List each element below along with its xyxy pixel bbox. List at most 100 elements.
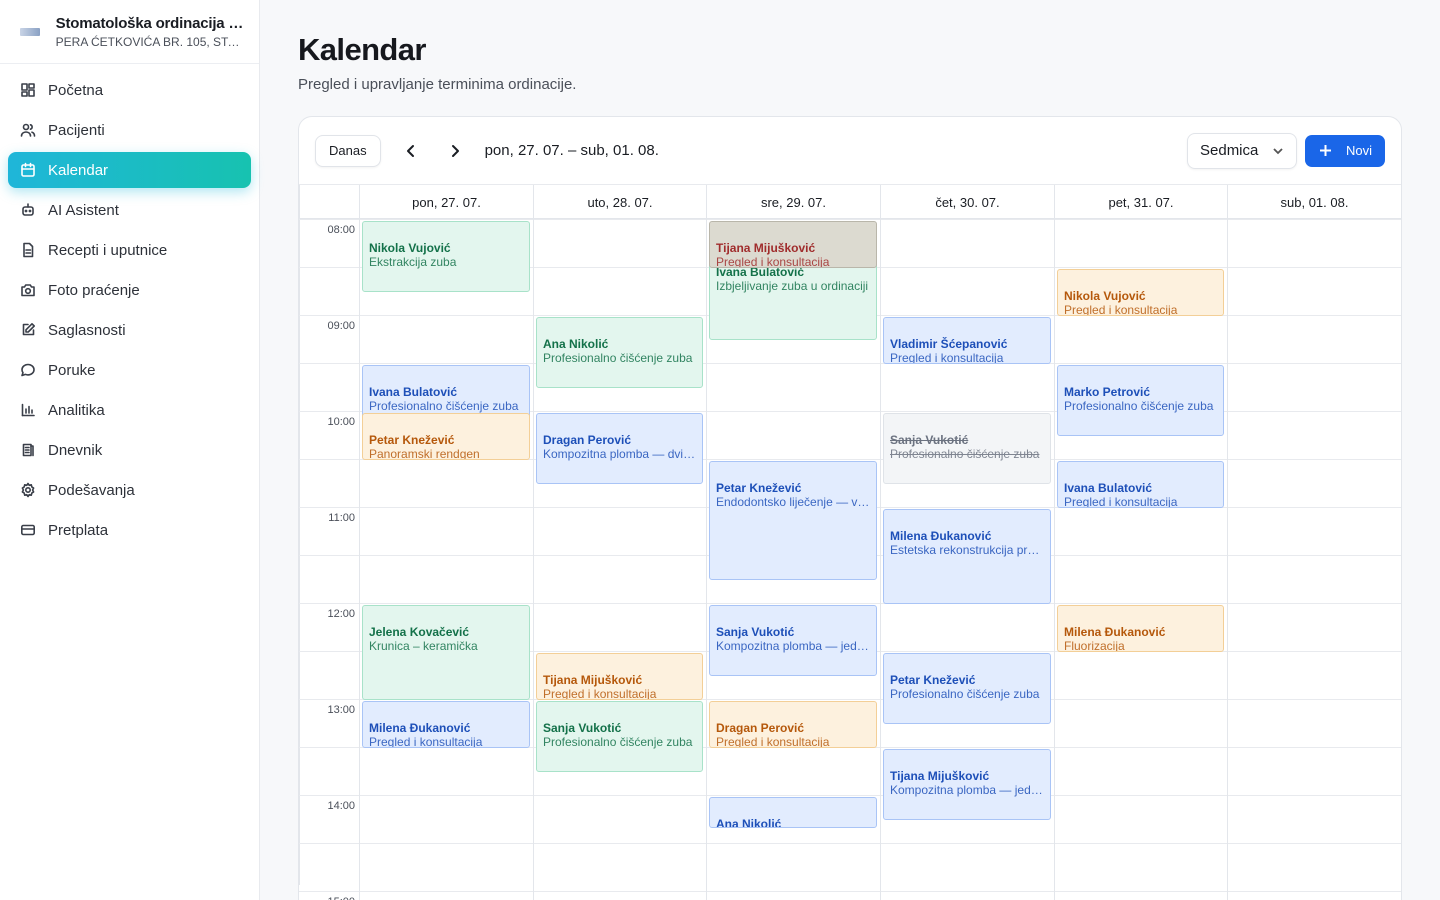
- view-select[interactable]: Sedmica: [1187, 132, 1297, 169]
- appointment-block[interactable]: Milena Đukanović Fluorizacija: [1057, 605, 1224, 652]
- appointment-patient: Milena Đukanović: [890, 529, 992, 543]
- sidebar-item-label: Recepti i uputnice: [48, 241, 168, 259]
- sidebar-nav: Početna Pacijenti Kalendar AI Asistent Recep…: [0, 64, 259, 560]
- grid-line: [299, 891, 1401, 892]
- clinic-name: Stomatološka ordinacija Dr. Đukanović: [55, 14, 243, 32]
- appointment-block[interactable]: Milena Đukanović Pregled i konsultacija: [362, 701, 530, 748]
- appointment-block[interactable]: Tijana Mijušković Pregled i konsultacija: [709, 221, 877, 268]
- week-grid: 08:00 09:00 10:00 11:00 12:00 13:00 14:00 15:00…: [299, 219, 1401, 900]
- sidebar-item-analitika[interactable]: Analitika: [8, 392, 251, 428]
- day-column[interactable]: [359, 219, 360, 900]
- day-header-row: pon, 27. 07. uto, 28. 07. sre, 29. 07. čet,…: [299, 185, 1401, 885]
- sidebar-item-label: Analitika: [48, 401, 105, 419]
- appointment-patient: Milena Đukanović: [1064, 625, 1166, 639]
- new-appointment-button[interactable]: Novi: [1305, 134, 1385, 167]
- bar-chart-icon: [20, 402, 36, 418]
- appointment-block[interactable]: Milena Đukanović Estetska rekonstrukcija …: [883, 509, 1051, 604]
- sidebar-item-dnevnik[interactable]: Dnevnik: [8, 432, 251, 468]
- appointment-block[interactable]: Nikola Vujović Pregled i konsultacija: [1057, 269, 1224, 316]
- grid-icon: [20, 82, 36, 98]
- appointment-patient: Tijana Mijušković: [716, 241, 816, 255]
- next-week-button[interactable]: [439, 135, 471, 167]
- appointment-service: Pregled i konsultacija: [543, 687, 657, 700]
- appointment-block[interactable]: Petar Knežević Panoramski rendgen: [362, 413, 530, 460]
- appointment-block[interactable]: Tijana Mijušković Kompozitna plomba — jed…: [883, 749, 1051, 820]
- day-column[interactable]: [706, 219, 707, 900]
- day-column[interactable]: [880, 219, 881, 900]
- appointment-block[interactable]: Petar Knežević Endodontsko liječenje — vi…: [709, 461, 877, 580]
- time-label: 09:00: [327, 320, 355, 332]
- today-button[interactable]: Danas: [315, 134, 381, 167]
- appointment-block[interactable]: Vladimir Šćepanović Pregled i konsultacij…: [883, 317, 1051, 364]
- sidebar-item-ai-asistent[interactable]: AI Asistent: [8, 192, 251, 228]
- day-column[interactable]: [533, 219, 534, 900]
- appointment-patient: Petar Knežević: [716, 481, 802, 495]
- appointment-block[interactable]: Sanja Vukotić Profesionalno čišćenje zuba: [536, 701, 703, 772]
- sidebar-item-početna[interactable]: Početna: [8, 72, 251, 108]
- sidebar-item-kalendar[interactable]: Kalendar: [8, 152, 251, 188]
- gear-icon: [20, 482, 36, 498]
- appointment-block[interactable]: Dragan Perović Kompozitna plomba — dvije …: [536, 413, 703, 484]
- appointment-block[interactable]: Tijana Mijušković Pregled i konsultacija: [536, 653, 703, 700]
- appointment-patient: Ivana Bulatović: [369, 385, 458, 399]
- day-header[interactable]: čet, 30. 07.: [880, 185, 1054, 219]
- appointment-block[interactable]: Sanja Vukotić Profesionalno čišćenje zuba: [883, 413, 1051, 484]
- chevron-left-icon: [406, 144, 414, 157]
- appointment-block[interactable]: Petar Knežević Profesionalno čišćenje zub…: [883, 653, 1051, 724]
- credit-card-icon: [20, 522, 36, 538]
- appointment-block[interactable]: Ivana Bulatović Pregled i konsultacija: [1057, 461, 1224, 508]
- previous-week-button[interactable]: [395, 135, 427, 167]
- day-header[interactable]: sub, 01. 08.: [1227, 185, 1401, 219]
- appointment-service: Ekstrakcija zuba: [369, 255, 457, 269]
- appointment-block[interactable]: Ana NikolićRendgen pojedinačnog zuba: [709, 797, 877, 828]
- appointment-service: Profesionalno čišćenje zuba: [1064, 399, 1214, 413]
- appointment-service: Kompozitna plomba — dvije površine: [543, 447, 696, 461]
- sidebar-item-label: Dnevnik: [48, 441, 103, 459]
- appointment-block[interactable]: Dragan Perović Pregled i konsultacija: [709, 701, 877, 748]
- appointment-block[interactable]: Ana Nikolić Profesionalno čišćenje zuba: [536, 317, 703, 388]
- appointment-block[interactable]: Sanja VukotićKompozitna plomba — jedna p…: [709, 605, 877, 676]
- appointment-patient: Petar Knežević: [890, 673, 976, 687]
- appointment-block[interactable]: Jelena Kovačević Krunica – keramička: [362, 605, 530, 700]
- day-header[interactable]: pet, 31. 07.: [1054, 185, 1227, 219]
- grid-line: [299, 843, 1401, 844]
- appointment-service: Pregled i konsultacija: [1064, 303, 1178, 316]
- appointment-block[interactable]: Nikola Vujović Ekstrakcija zuba: [362, 221, 530, 292]
- sidebar-item-foto-praćenje[interactable]: Foto praćenje: [8, 272, 251, 308]
- appointment-patient: Tijana Mijušković: [543, 673, 643, 687]
- day-column[interactable]: [1054, 219, 1055, 900]
- sidebar-item-pacijenti[interactable]: Pacijenti: [8, 112, 251, 148]
- clinic-logo: [18, 24, 42, 40]
- clinic-address: PERA ĆETKOVIĆA BR. 105, STARI AERODROM: [55, 34, 243, 49]
- day-column[interactable]: [1227, 219, 1228, 900]
- time-label: 10:00: [327, 416, 355, 428]
- grid-line: [299, 795, 1401, 796]
- calendar-card: Danas pon, 27. 07. – sub, 01. 08. Sedmic…: [298, 116, 1402, 900]
- sidebar-item-poruke[interactable]: Poruke: [8, 352, 251, 388]
- sidebar-item-podešavanja[interactable]: Podešavanja: [8, 472, 251, 508]
- day-header[interactable]: sre, 29. 07.: [706, 185, 880, 219]
- appointment-patient: Nikola Vujović: [1064, 289, 1146, 303]
- day-header[interactable]: pon, 27. 07.: [359, 185, 533, 219]
- appointment-patient: Dragan Perović: [716, 721, 805, 735]
- appointment-service: Izbjeljivanje zuba u ordinaciji: [716, 279, 869, 293]
- edit-icon: [20, 322, 36, 338]
- plus-icon: [1320, 145, 1331, 156]
- grid-line: [299, 363, 1401, 364]
- appointment-service: Krunica – keramička: [369, 639, 478, 653]
- sidebar-item-recepti-i-uputnice[interactable]: Recepti i uputnice: [8, 232, 251, 268]
- brand-header[interactable]: Stomatološka ordinacija Dr. Đukanović PE…: [0, 0, 259, 64]
- time-label: 15:00: [299, 896, 355, 900]
- users-icon: [20, 122, 36, 138]
- sidebar-item-pretplata[interactable]: Pretplata: [8, 512, 251, 548]
- appointment-service: Profesionalno čišćenje zuba: [890, 687, 1040, 701]
- appointment-service: Profesionalno čišćenje zuba: [543, 351, 693, 365]
- appointment-service: Endodontsko liječenje — višekanalni zub: [716, 495, 870, 509]
- sidebar-item-label: Foto praćenje: [48, 281, 140, 299]
- sidebar-item-label: Pretplata: [48, 521, 109, 539]
- day-header[interactable]: uto, 28. 07.: [533, 185, 706, 219]
- sidebar-item-saglasnosti[interactable]: Saglasnosti: [8, 312, 251, 348]
- appointment-patient: Vladimir Šćepanović: [890, 337, 1008, 351]
- appointment-block[interactable]: Marko Petrović Profesionalno čišćenje zub…: [1057, 365, 1224, 436]
- appointment-patient: Tijana Mijušković: [890, 769, 990, 783]
